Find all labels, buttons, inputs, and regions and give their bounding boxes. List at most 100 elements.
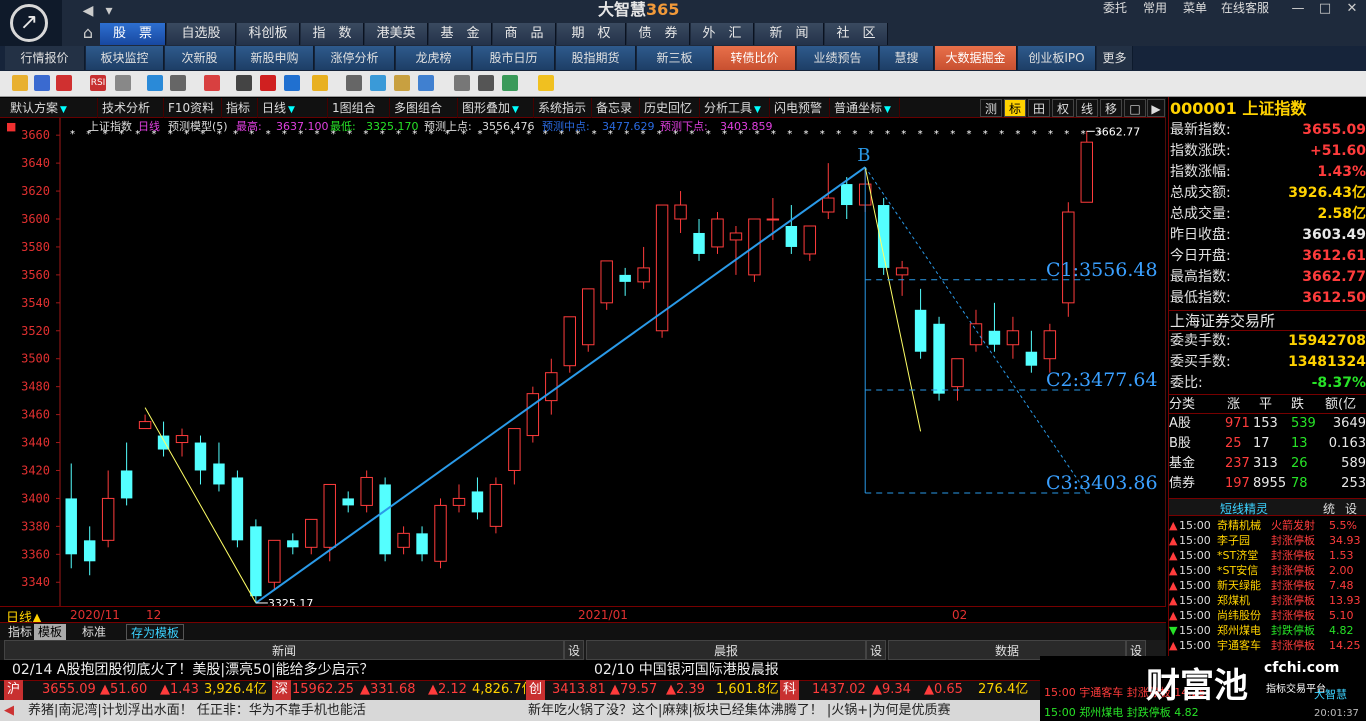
candlestick-chart[interactable]: * * * * * * * * * * * * * * * * * * * * * * * * * * * * * * * * * * * * * * * *… (0, 118, 1166, 622)
crosshair-icon[interactable] (147, 75, 163, 91)
measure-button[interactable]: 测 (980, 99, 1002, 117)
menu-main[interactable]: 菜单 (1183, 0, 1207, 16)
candle-icon[interactable] (236, 75, 252, 91)
tab-commodities[interactable]: 商 品 (493, 23, 556, 45)
scheme-select[interactable]: 默认方案 ▼ (6, 98, 98, 118)
ticker-sz-label[interactable]: 深 (272, 680, 292, 700)
open-folder-icon[interactable] (12, 75, 28, 91)
indicator-tab[interactable]: 指标 (4, 624, 36, 640)
memo-button[interactable]: 备忘录 (592, 98, 640, 118)
subtab-ipo-subscribe[interactable]: 新股申购 (236, 46, 314, 70)
morning-settings-button[interactable]: 设 (866, 640, 886, 660)
morning-report-tab[interactable]: 晨报 (586, 640, 866, 660)
tab-hk-us[interactable]: 港美英 (365, 23, 428, 45)
short-sprite-row[interactable]: ▲ 15:00 尚纬股份 封涨停板 5.10 (1169, 608, 1366, 623)
move-button[interactable]: 移 (1100, 99, 1122, 117)
history-button[interactable]: 历史回忆 (640, 98, 700, 118)
system-signal-button[interactable]: 系统指示 (534, 98, 592, 118)
subtab-new-stocks[interactable]: 次新股 (165, 46, 235, 70)
stop-icon[interactable] (56, 75, 72, 91)
tab-options[interactable]: 期 权 (557, 23, 626, 45)
subtab-limit-up[interactable]: 涨停分析 (315, 46, 395, 70)
mark-button[interactable]: 标 (1004, 99, 1026, 117)
maximize-icon[interactable]: □ (1313, 1, 1337, 16)
short-sprite-row[interactable]: ▲ 15:00 新天绿能 封涨停板 7.48 (1169, 578, 1366, 593)
layout-1-button[interactable]: 1图组合 (328, 98, 390, 118)
subtab-calendar[interactable]: 股市日历 (473, 46, 555, 70)
back-icon[interactable]: ◀ (70, 2, 106, 20)
draw-line-icon[interactable] (394, 75, 410, 91)
tab-index[interactable]: 指 数 (301, 23, 364, 45)
ticker-sh-label[interactable]: 沪 (4, 680, 24, 700)
news-headline-2[interactable]: 02/10 中国银河国际港股晨报 (594, 660, 1034, 680)
short-sprite-row[interactable]: ▲ 15:00 *ST济堂 封涨停板 1.53 (1169, 548, 1366, 563)
tab-watchlist[interactable]: 自选股 (167, 23, 236, 45)
tab-community[interactable]: 社 区 (825, 23, 888, 45)
save-template-tab[interactable]: 存为模板 (126, 624, 185, 640)
print-icon[interactable] (478, 75, 494, 91)
tab-bonds[interactable]: 债 券 (627, 23, 690, 45)
menu-entrust[interactable]: 委托 (1103, 0, 1127, 16)
history-dropdown-icon[interactable]: ▾ (102, 2, 116, 20)
subtab-earnings[interactable]: 业绩预告 (797, 46, 879, 70)
trend-icon[interactable] (418, 75, 434, 91)
indicator-button[interactable]: 指标 (222, 98, 258, 118)
scroll-prev-icon[interactable]: ◀ (4, 702, 24, 720)
window-mode-icon[interactable]: □ (1124, 99, 1146, 117)
keyboard-icon[interactable] (346, 75, 362, 91)
subtab-bigdata[interactable]: 大数据掘金 (935, 46, 1017, 70)
news-headline-1[interactable]: 02/14 A股抱团股彻底火了！美股|漂亮50|能给多少启示？ (12, 660, 582, 680)
rights-button[interactable]: 权 (1052, 99, 1074, 117)
news-tab[interactable]: 新闻 (4, 640, 564, 660)
bullhorn-icon[interactable] (204, 75, 220, 91)
short-sprite-row[interactable]: ▲ 15:00 宇通客车 封涨停板 14.25 (1169, 638, 1366, 653)
subtab-futures[interactable]: 股指期货 (556, 46, 636, 70)
tab-star-market[interactable]: 科创板 (237, 23, 300, 45)
short-sprite-tab[interactable]: 短线精灵 (1169, 500, 1319, 517)
brand-banner[interactable]: 15:00 宇通客车 封涨停板 14.25 15:00 郑州煤电 封跌停板 4.… (1040, 656, 1366, 721)
overlay-button[interactable]: 图形叠加 ▼ (458, 98, 534, 118)
grid-button[interactable]: 田 (1028, 99, 1050, 117)
subtab-search[interactable]: 慧搜 (880, 46, 934, 70)
menu-service[interactable]: 在线客服 (1221, 0, 1269, 16)
picture-icon[interactable] (370, 75, 386, 91)
line-button[interactable]: 线 (1076, 99, 1098, 117)
zoom-out-icon[interactable] (284, 75, 300, 91)
ticker-cy-label[interactable]: 创 (526, 680, 546, 700)
short-sprite-row[interactable]: ▲ 15:00 郑煤机 封涨停板 13.93 (1169, 593, 1366, 608)
period-select[interactable]: 日线 ▼ (258, 98, 328, 118)
tab-forex[interactable]: 外 汇 (691, 23, 754, 45)
tab-funds[interactable]: 基 金 (429, 23, 492, 45)
subtab-quotes[interactable]: 行情报价 (5, 46, 85, 70)
short-sprite-row[interactable]: ▲ 15:00 奇精机械 火箭发射 5.5% (1169, 518, 1366, 533)
close-icon[interactable]: ✕ (1340, 1, 1364, 16)
scroll-news-left[interactable]: 养猪|南泥湾|计划浮出水面！ 任正非：华为不靠手机也能活 (28, 702, 528, 720)
menu-common[interactable]: 常用 (1143, 0, 1167, 16)
rsi-icon[interactable]: RSI (90, 75, 106, 91)
tools-button[interactable]: 分析工具 ▼ (700, 98, 770, 118)
table-icon[interactable] (454, 75, 470, 91)
indicator-icon[interactable] (170, 75, 186, 91)
zoom-in-icon[interactable] (260, 75, 276, 91)
template-tab[interactable]: 模板 (34, 624, 67, 640)
tab-news[interactable]: 新 闻 (755, 23, 824, 45)
short-sprite-row[interactable]: ▼ 15:00 郑州煤电 封跌停板 4.82 (1169, 623, 1366, 638)
subtab-sector-monitor[interactable]: 板块监控 (86, 46, 164, 70)
f10-button[interactable]: F10资料 (164, 98, 222, 118)
help-icon[interactable] (538, 75, 554, 91)
short-sprite-row[interactable]: ▲ 15:00 李子园 封涨停板 34.93 (1169, 533, 1366, 548)
ticker-kc-label[interactable]: 科 (780, 680, 800, 700)
standard-tab[interactable]: 标准 (78, 624, 110, 640)
app-logo[interactable]: ↗ (0, 0, 62, 46)
chart-export-icon[interactable] (502, 75, 518, 91)
expand-panel-icon[interactable]: ▶ (1147, 99, 1165, 117)
subtab-dragon-tiger[interactable]: 龙虎榜 (396, 46, 472, 70)
scroll-news-right[interactable]: 新年吃火锅了没？这个|麻辣|板块已经集体沸腾了！ |火锅+|为何是优质赛 (528, 702, 1038, 720)
window-icon[interactable] (115, 75, 131, 91)
short-sprite-settings-button[interactable]: 设 (1345, 500, 1357, 517)
subtab-neeq[interactable]: 新三板 (637, 46, 713, 70)
tab-stocks[interactable]: 股 票 (100, 23, 166, 45)
layout-multi-button[interactable]: 多图组合 (390, 98, 458, 118)
alert-button[interactable]: 闪电预警 (770, 98, 830, 118)
save-icon[interactable] (34, 75, 50, 91)
